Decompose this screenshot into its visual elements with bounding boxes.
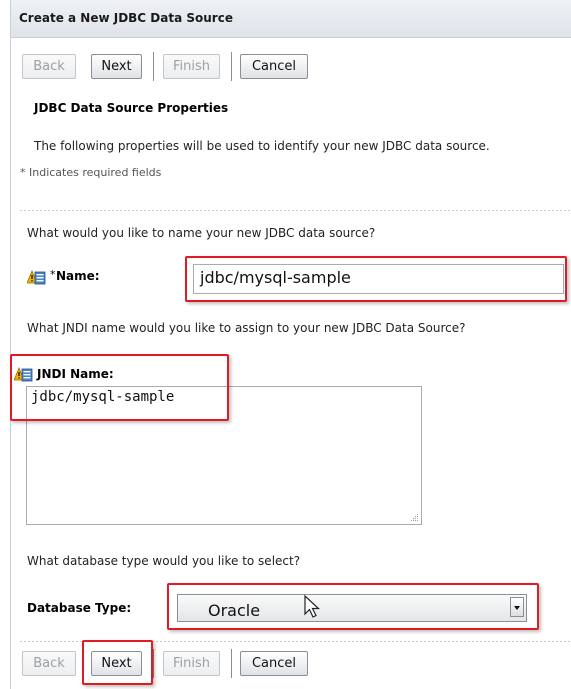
next-button-top[interactable]: Next: [91, 54, 142, 79]
dbtype-question: What database type would you like to sel…: [27, 554, 301, 568]
warning-icon: [13, 366, 33, 385]
dbtype-selected-value: Oracle: [208, 601, 261, 620]
name-input[interactable]: jdbc/mysql-sample: [193, 264, 564, 294]
toolbar-separator: [231, 52, 232, 81]
finish-button-bottom[interactable]: Finish: [163, 651, 220, 676]
resize-grip-icon[interactable]: [409, 512, 419, 522]
divider: [20, 641, 571, 642]
toolbar-separator: [153, 649, 154, 678]
name-label: Name:: [56, 269, 100, 283]
dialog-header: Create a New JDBC Data Source: [10, 0, 571, 38]
divider: [20, 210, 571, 211]
back-button-top[interactable]: Back: [22, 54, 76, 79]
section-description: The following properties will be used to…: [34, 139, 490, 153]
dialog-title: Create a New JDBC Data Source: [19, 11, 233, 25]
required-marker: *: [50, 268, 56, 281]
left-border: [10, 38, 11, 689]
back-button-bottom[interactable]: Back: [22, 651, 76, 676]
toolbar-separator: [231, 649, 232, 678]
cancel-button-bottom[interactable]: Cancel: [240, 651, 308, 676]
section-title: JDBC Data Source Properties: [34, 101, 229, 115]
finish-button-top[interactable]: Finish: [163, 54, 220, 79]
cancel-button-top[interactable]: Cancel: [240, 54, 308, 79]
mouse-cursor-icon: [304, 594, 321, 618]
warning-icon: [26, 269, 46, 288]
name-question: What would you like to name your new JDB…: [27, 226, 376, 240]
jndi-label: JNDI Name:: [37, 367, 114, 381]
required-note: * Indicates required fields: [20, 166, 162, 179]
dbtype-label: Database Type:: [27, 601, 132, 615]
next-button-bottom[interactable]: Next: [91, 651, 142, 676]
toolbar-separator: [153, 52, 154, 81]
dropdown-arrow-icon[interactable]: [510, 597, 524, 617]
jndi-textarea[interactable]: jdbc/mysql-sample: [26, 386, 422, 525]
jndi-question: What JNDI name would you like to assign …: [27, 321, 466, 335]
dbtype-select[interactable]: Oracle: [177, 594, 527, 622]
